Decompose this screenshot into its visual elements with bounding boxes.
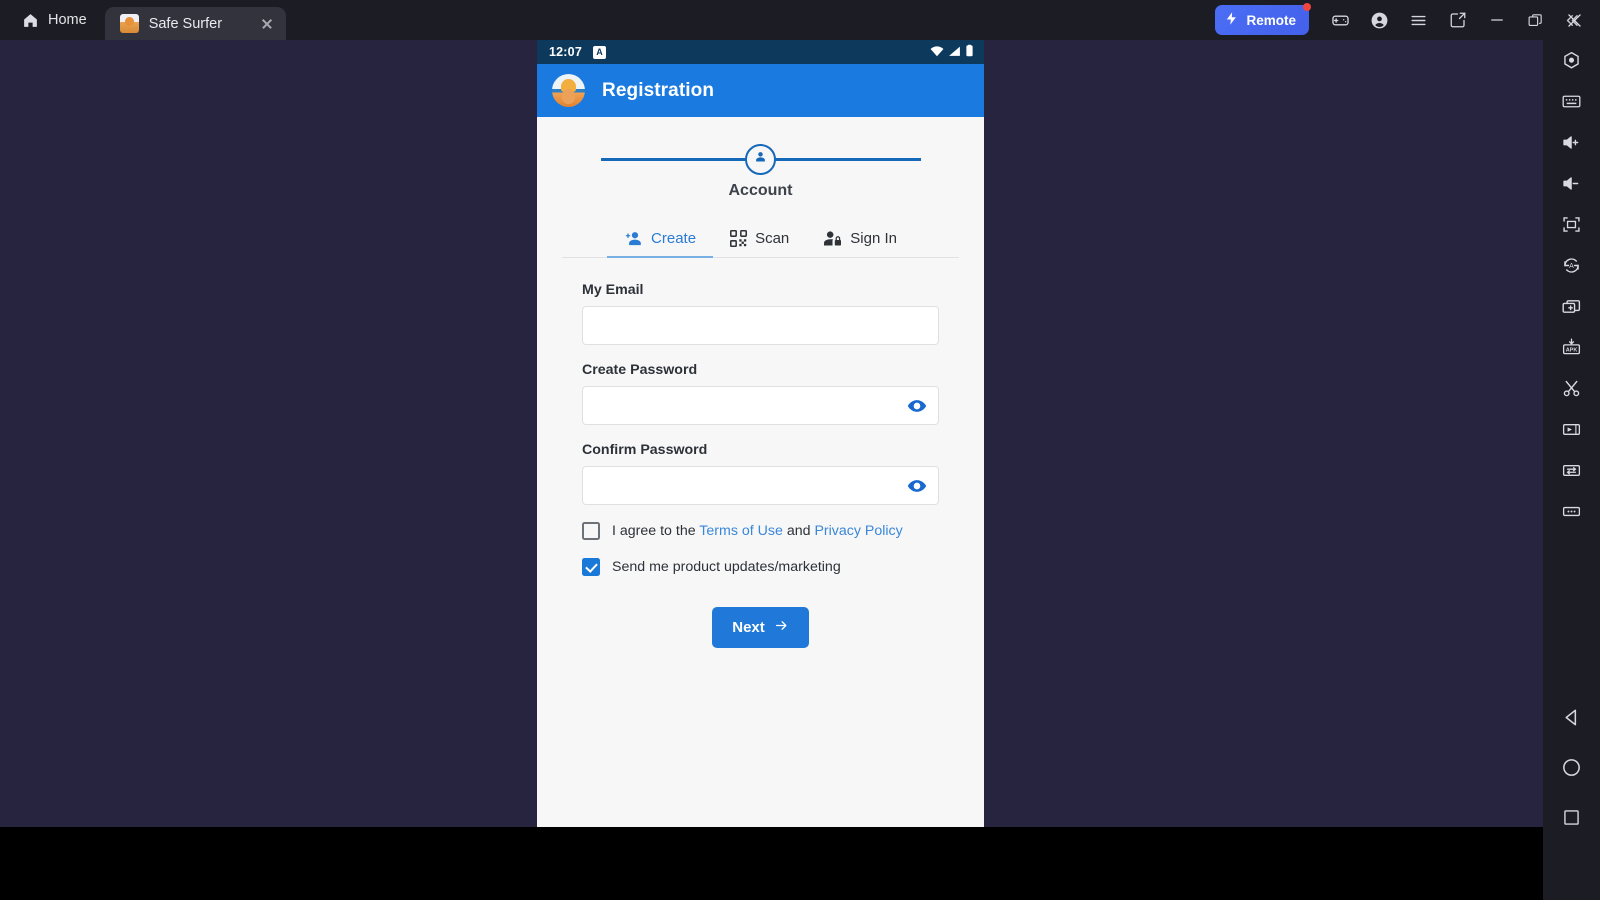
battery-icon <box>965 44 974 60</box>
android-back-button[interactable] <box>1543 692 1600 742</box>
registration-tabs: Create Scan Sign In <box>562 227 959 258</box>
android-home-button[interactable] <box>1543 742 1600 792</box>
arrow-right-icon <box>774 618 789 637</box>
remote-button[interactable]: Remote <box>1215 3 1311 35</box>
tab-scan[interactable]: Scan <box>713 227 806 257</box>
volume-up-icon[interactable] <box>1543 122 1600 163</box>
tab-scan-label: Scan <box>755 230 790 247</box>
confirm-password-input[interactable] <box>582 466 939 505</box>
browser-tab-label: Safe Surfer <box>148 15 223 32</box>
minimize-icon[interactable] <box>1477 0 1516 40</box>
notification-badge <box>1303 3 1311 11</box>
eye-icon[interactable] <box>906 475 928 497</box>
menu-icon[interactable] <box>1399 0 1438 40</box>
volume-down-icon[interactable] <box>1543 163 1600 204</box>
svg-text:A: A <box>1569 263 1574 270</box>
file-transfer-icon[interactable] <box>1543 450 1600 491</box>
email-label: My Email <box>582 282 644 298</box>
tab-sign-in-label: Sign In <box>850 230 897 247</box>
privacy-policy-link[interactable]: Privacy Policy <box>814 523 902 539</box>
emulator-sidebar: A APK <box>1543 14 1600 900</box>
marketing-row[interactable]: Send me product updates/marketing <box>582 558 939 576</box>
terms-text-before: I agree to the <box>612 523 700 539</box>
next-button[interactable]: Next <box>712 607 809 648</box>
home-tab-label: Home <box>48 12 87 28</box>
screenshot-icon[interactable] <box>1438 0 1477 40</box>
confirm-password-label: Confirm Password <box>582 442 708 458</box>
tab-sign-in[interactable]: Sign In <box>806 227 914 257</box>
stepper-track <box>600 143 921 175</box>
account-circle-icon <box>753 149 768 169</box>
status-app-badge: A <box>592 45 606 59</box>
emulator-window: Home Safe Surfer Remote 12:07 A Registra… <box>0 0 1600 900</box>
registration-form: My Email Create Password Confirm Passwor… <box>537 258 984 648</box>
multi-instance-icon[interactable] <box>1543 286 1600 327</box>
page-title: Registration <box>602 79 715 101</box>
lightning-icon <box>1224 11 1239 29</box>
status-indicators <box>930 44 974 60</box>
registration-content: Account Create Scan Sign In My Email Cre… <box>537 117 984 827</box>
registration-stepper: Account <box>537 117 984 200</box>
terms-row[interactable]: I agree to the Terms of Use and Privacy … <box>582 522 939 540</box>
create-password-input[interactable] <box>582 386 939 425</box>
app-bar: Registration <box>537 64 984 117</box>
submit-row: Next <box>582 607 939 648</box>
wifi-icon <box>930 45 944 60</box>
marketing-label: Send me product updates/marketing <box>612 559 841 575</box>
stepper-label: Account <box>728 182 793 199</box>
fullscreen-icon[interactable] <box>1543 204 1600 245</box>
eye-icon[interactable] <box>906 395 928 417</box>
scissors-icon[interactable] <box>1543 368 1600 409</box>
marketing-checkbox[interactable] <box>582 558 600 576</box>
terms-text-between: and <box>782 523 815 539</box>
home-tab[interactable]: Home <box>0 0 105 40</box>
person-lock-icon <box>823 230 842 247</box>
svg-text:APK: APK <box>1566 348 1578 354</box>
browser-tab-safe-surfer[interactable]: Safe Surfer <box>104 7 286 40</box>
chevron-double-left-icon[interactable] <box>1543 0 1600 40</box>
signal-icon <box>948 45 961 60</box>
terms-checkbox[interactable] <box>582 522 600 540</box>
keyboard-icon[interactable] <box>1543 81 1600 122</box>
account-icon[interactable] <box>1360 0 1399 40</box>
terms-of-use-link[interactable]: Terms of Use <box>699 523 783 539</box>
stepper-step-account[interactable] <box>745 143 776 175</box>
android-nav-buttons <box>1543 692 1600 900</box>
android-status-bar: 12:07 A <box>537 40 984 64</box>
safe-surfer-logo <box>552 74 585 107</box>
install-apk-icon[interactable]: APK <box>1543 327 1600 368</box>
gamepad-icon[interactable] <box>1321 0 1360 40</box>
qr-code-icon <box>730 230 748 247</box>
tab-create-label: Create <box>651 230 697 247</box>
confirm-password-field-wrap <box>582 466 939 505</box>
auto-rotate-icon[interactable]: A <box>1543 245 1600 286</box>
email-input[interactable] <box>582 306 939 345</box>
create-password-field-wrap <box>582 386 939 425</box>
media-icon[interactable] <box>1543 409 1600 450</box>
terms-label: I agree to the Terms of Use and Privacy … <box>612 523 903 539</box>
close-icon[interactable] <box>258 15 276 33</box>
emulator-canvas: 12:07 A Registration Account Create Scan… <box>0 40 1543 827</box>
home-icon <box>22 12 39 29</box>
more-options-icon[interactable] <box>1543 491 1600 532</box>
phone-screen: 12:07 A Registration Account Create Scan… <box>537 40 984 827</box>
title-bar: Home Safe Surfer Remote <box>0 0 1600 40</box>
remote-label: Remote <box>1246 12 1296 28</box>
email-field-wrap <box>582 306 939 345</box>
safe-surfer-favicon <box>119 14 139 33</box>
create-password-label: Create Password <box>582 362 698 378</box>
person-add-icon <box>624 230 643 247</box>
android-recents-button[interactable] <box>1543 792 1600 842</box>
tab-create[interactable]: Create <box>607 227 714 258</box>
status-time: 12:07 <box>549 45 582 59</box>
next-button-label: Next <box>732 619 765 636</box>
location-icon[interactable] <box>1543 40 1600 81</box>
